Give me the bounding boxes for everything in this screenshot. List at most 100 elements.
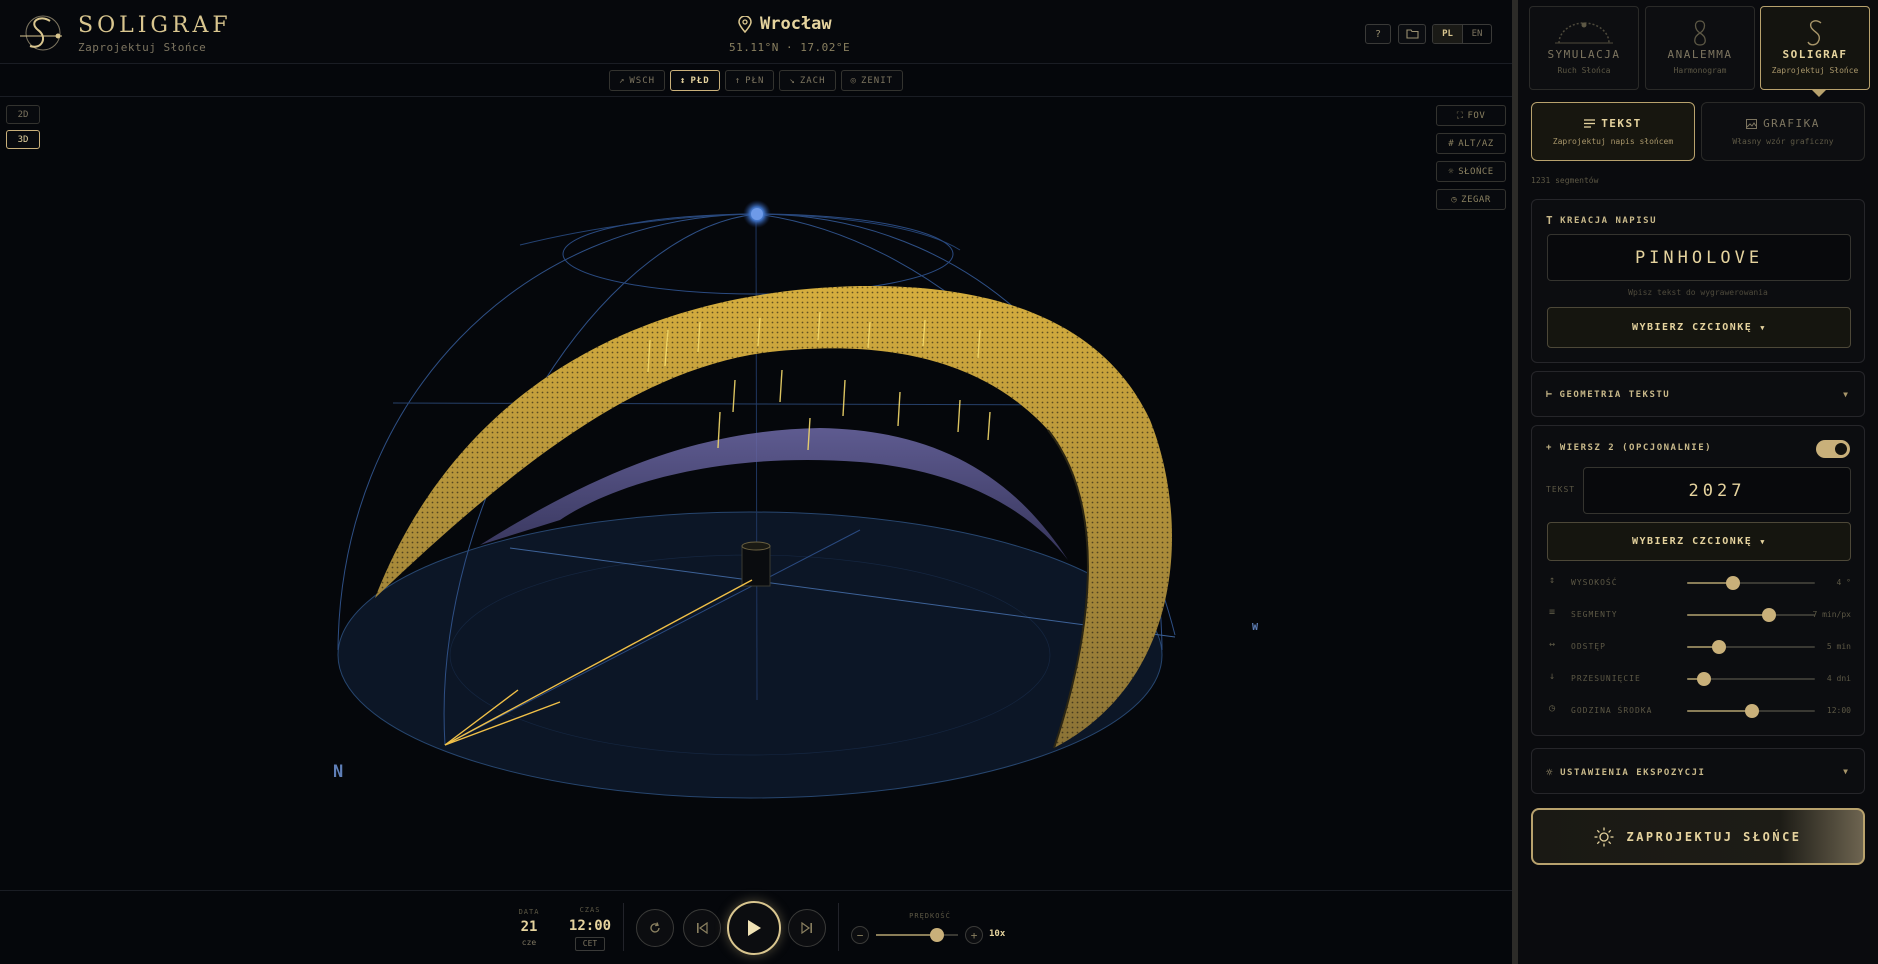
subtab-desc: Własny wzór graficzny xyxy=(1732,137,1834,146)
time-value[interactable]: 12:00 xyxy=(560,918,620,934)
compass-west-label: W xyxy=(1252,622,1259,633)
lang-pl-button[interactable]: PL xyxy=(1433,25,1462,43)
view-2d-button[interactable]: 2D xyxy=(6,105,40,124)
clock-toggle-button[interactable]: ◷ ZEGAR xyxy=(1436,189,1506,210)
location-coords: 51.11°N · 17.02°E xyxy=(729,41,851,54)
slider-label: SEGMENTY xyxy=(1571,610,1618,619)
slider-value: 12:00 xyxy=(1826,706,1851,715)
design-sun-button[interactable]: ZAPROJEKTUJ SŁOŃCE xyxy=(1531,808,1865,865)
speed-value: 10x xyxy=(989,929,1006,939)
slider-track[interactable] xyxy=(1687,672,1815,686)
subtab-label: GRAFIKA xyxy=(1763,117,1820,130)
slider-thumb[interactable] xyxy=(1726,576,1741,590)
line1-text-input[interactable]: PINHOLOVE xyxy=(1547,234,1851,281)
slider-thumb[interactable] xyxy=(1696,672,1711,686)
speed-increase-button[interactable]: + xyxy=(965,926,983,944)
app-title: SOLIGRAF xyxy=(78,13,232,38)
chevron-down-icon: ▼ xyxy=(1843,390,1848,399)
date-month: cze xyxy=(521,938,537,947)
scene-viewport[interactable]: 2D 3D ⛶ FOV # ALT/AZ ☼ SŁOŃCE ◷ ZEGAR N … xyxy=(0,98,1512,890)
slider-label: ODSTĘP xyxy=(1571,642,1606,651)
lines-icon: ≡ xyxy=(1549,607,1556,618)
direction-zenith-button[interactable]: ◎ ZENIT xyxy=(840,70,904,91)
sun-label: SŁOŃCE xyxy=(1458,166,1494,177)
play-button[interactable] xyxy=(727,901,781,955)
slider-spacing[interactable]: ↔ ODSTĘP 5 min xyxy=(1547,637,1851,657)
speed-slider[interactable] xyxy=(876,928,958,942)
mode-tab-simulation[interactable]: SYMULACJA Ruch Słońca xyxy=(1529,6,1639,90)
direction-west-button[interactable]: ↘ ZACH xyxy=(779,70,836,91)
slider-track[interactable] xyxy=(1687,704,1815,718)
reset-button[interactable] xyxy=(636,909,674,947)
subtab-graphic[interactable]: GRAFIKA Własny wzór graficzny xyxy=(1701,102,1865,161)
slider-offset[interactable]: ↓ PRZESUNIĘCIE 4 dni xyxy=(1547,669,1851,689)
sun-toggle-button[interactable]: ☼ SŁOŃCE xyxy=(1436,161,1506,182)
speed-label: PRĘDKOŚĆ xyxy=(909,912,951,920)
arrow-se-icon: ↘ xyxy=(789,75,796,86)
font-button-label: WYBIERZ CZCIONKĘ xyxy=(1631,536,1753,547)
slider-height[interactable]: ↕ WYSOKOŚĆ 4 ° xyxy=(1547,573,1851,593)
exposure-settings-panel[interactable]: ☼ USTAWIENIA EKSPOZYCJI ▼ xyxy=(1531,748,1865,794)
skip-forward-button[interactable] xyxy=(788,909,826,947)
slider-thumb[interactable] xyxy=(1712,640,1726,654)
line2-toggle[interactable] xyxy=(1816,440,1850,458)
arrow-up-icon: ↑ xyxy=(734,75,742,86)
direction-label: ZACH xyxy=(799,75,826,86)
active-tab-caret xyxy=(1812,90,1826,97)
slider-track[interactable] xyxy=(1687,608,1815,622)
line2-panel: + WIERSZ 2 (OPCJONALNIE) TEKST 2027 WYBI… xyxy=(1531,425,1865,736)
speed-slider-thumb[interactable] xyxy=(929,928,944,942)
direction-south-button[interactable]: ↕ PŁD xyxy=(670,70,720,91)
figure-eight-icon xyxy=(1694,20,1706,46)
slider-track[interactable] xyxy=(1687,640,1815,654)
language-switcher: PL EN xyxy=(1432,24,1492,44)
slider-thumb[interactable] xyxy=(1761,608,1776,622)
sun-icon: ☼ xyxy=(1546,766,1555,779)
line1-font-select-button[interactable]: WYBIERZ CZCIONKĘ ▼ xyxy=(1547,307,1851,348)
slider-label: PRZESUNIĘCIE xyxy=(1571,674,1641,683)
altaz-button[interactable]: # ALT/AZ xyxy=(1436,133,1506,154)
playback-bar: DATA 21 cze CZAS 12:00 CET PRĘDKOŚĆ − + … xyxy=(0,890,1512,964)
direction-north-button[interactable]: ↑ PŁN xyxy=(724,70,775,91)
slider-thumb[interactable] xyxy=(1745,704,1760,718)
compass-north-label: N xyxy=(333,762,344,782)
arrow-updown-icon: ↕ xyxy=(680,75,687,86)
map-pin-icon xyxy=(738,15,752,33)
divider xyxy=(623,903,624,951)
slider-track[interactable] xyxy=(1687,576,1815,590)
speed-decrease-button[interactable]: − xyxy=(851,926,869,944)
line2-text-input[interactable]: 2027 xyxy=(1583,467,1851,514)
direction-east-button[interactable]: ↗ WSCH xyxy=(608,70,666,91)
skip-forward-icon xyxy=(801,922,812,934)
caret-down-icon: ▼ xyxy=(1760,537,1767,546)
date-day[interactable]: 21 xyxy=(512,919,546,935)
view-3d-button[interactable]: 3D xyxy=(6,130,40,149)
open-folder-button[interactable] xyxy=(1398,24,1426,44)
subtab-desc: Zaprojektuj napis słońcem xyxy=(1552,137,1674,146)
mode-tab-soligraf[interactable]: SOLIGRAF Zaprojektuj Słońce xyxy=(1760,6,1870,90)
subtab-text[interactable]: TEKST Zaprojektuj napis słońcem xyxy=(1531,102,1695,161)
help-button[interactable]: ? xyxy=(1365,24,1391,44)
mode-tab-analemma[interactable]: ANALEMMA Harmonogram xyxy=(1645,6,1755,90)
fov-label: FOV xyxy=(1467,110,1486,121)
soligraf-s-icon xyxy=(1807,20,1822,46)
fov-button[interactable]: ⛶ FOV xyxy=(1436,105,1506,126)
sky-dome-scene[interactable] xyxy=(0,98,1512,890)
minus-icon: − xyxy=(856,928,864,942)
city-name: Wrocław xyxy=(760,14,832,34)
target-icon: ◎ xyxy=(850,75,857,86)
mode-desc: Harmonogram xyxy=(1673,66,1727,75)
slider-center-hour[interactable]: ◷ GODZINA ŚRODKA 12:00 xyxy=(1547,701,1851,721)
slider-fill xyxy=(1687,710,1753,712)
location-title[interactable]: Wrocław xyxy=(738,14,832,34)
folder-icon xyxy=(1405,29,1419,39)
line2-font-select-button[interactable]: WYBIERZ CZCIONKĘ ▼ xyxy=(1547,522,1851,561)
date-label: DATA xyxy=(518,908,540,916)
soligraf-logo-icon xyxy=(20,15,62,51)
mode-name: SOLIGRAF xyxy=(1782,48,1848,61)
text-geometry-panel[interactable]: ⊢ GEOMETRIA TEKSTU ▼ xyxy=(1531,371,1865,417)
slider-segments[interactable]: ≡ SEGMENTY 7 min/px xyxy=(1547,605,1851,625)
lang-en-button[interactable]: EN xyxy=(1462,25,1491,43)
skip-back-button[interactable] xyxy=(683,909,721,947)
direction-label: PŁD xyxy=(690,75,710,86)
